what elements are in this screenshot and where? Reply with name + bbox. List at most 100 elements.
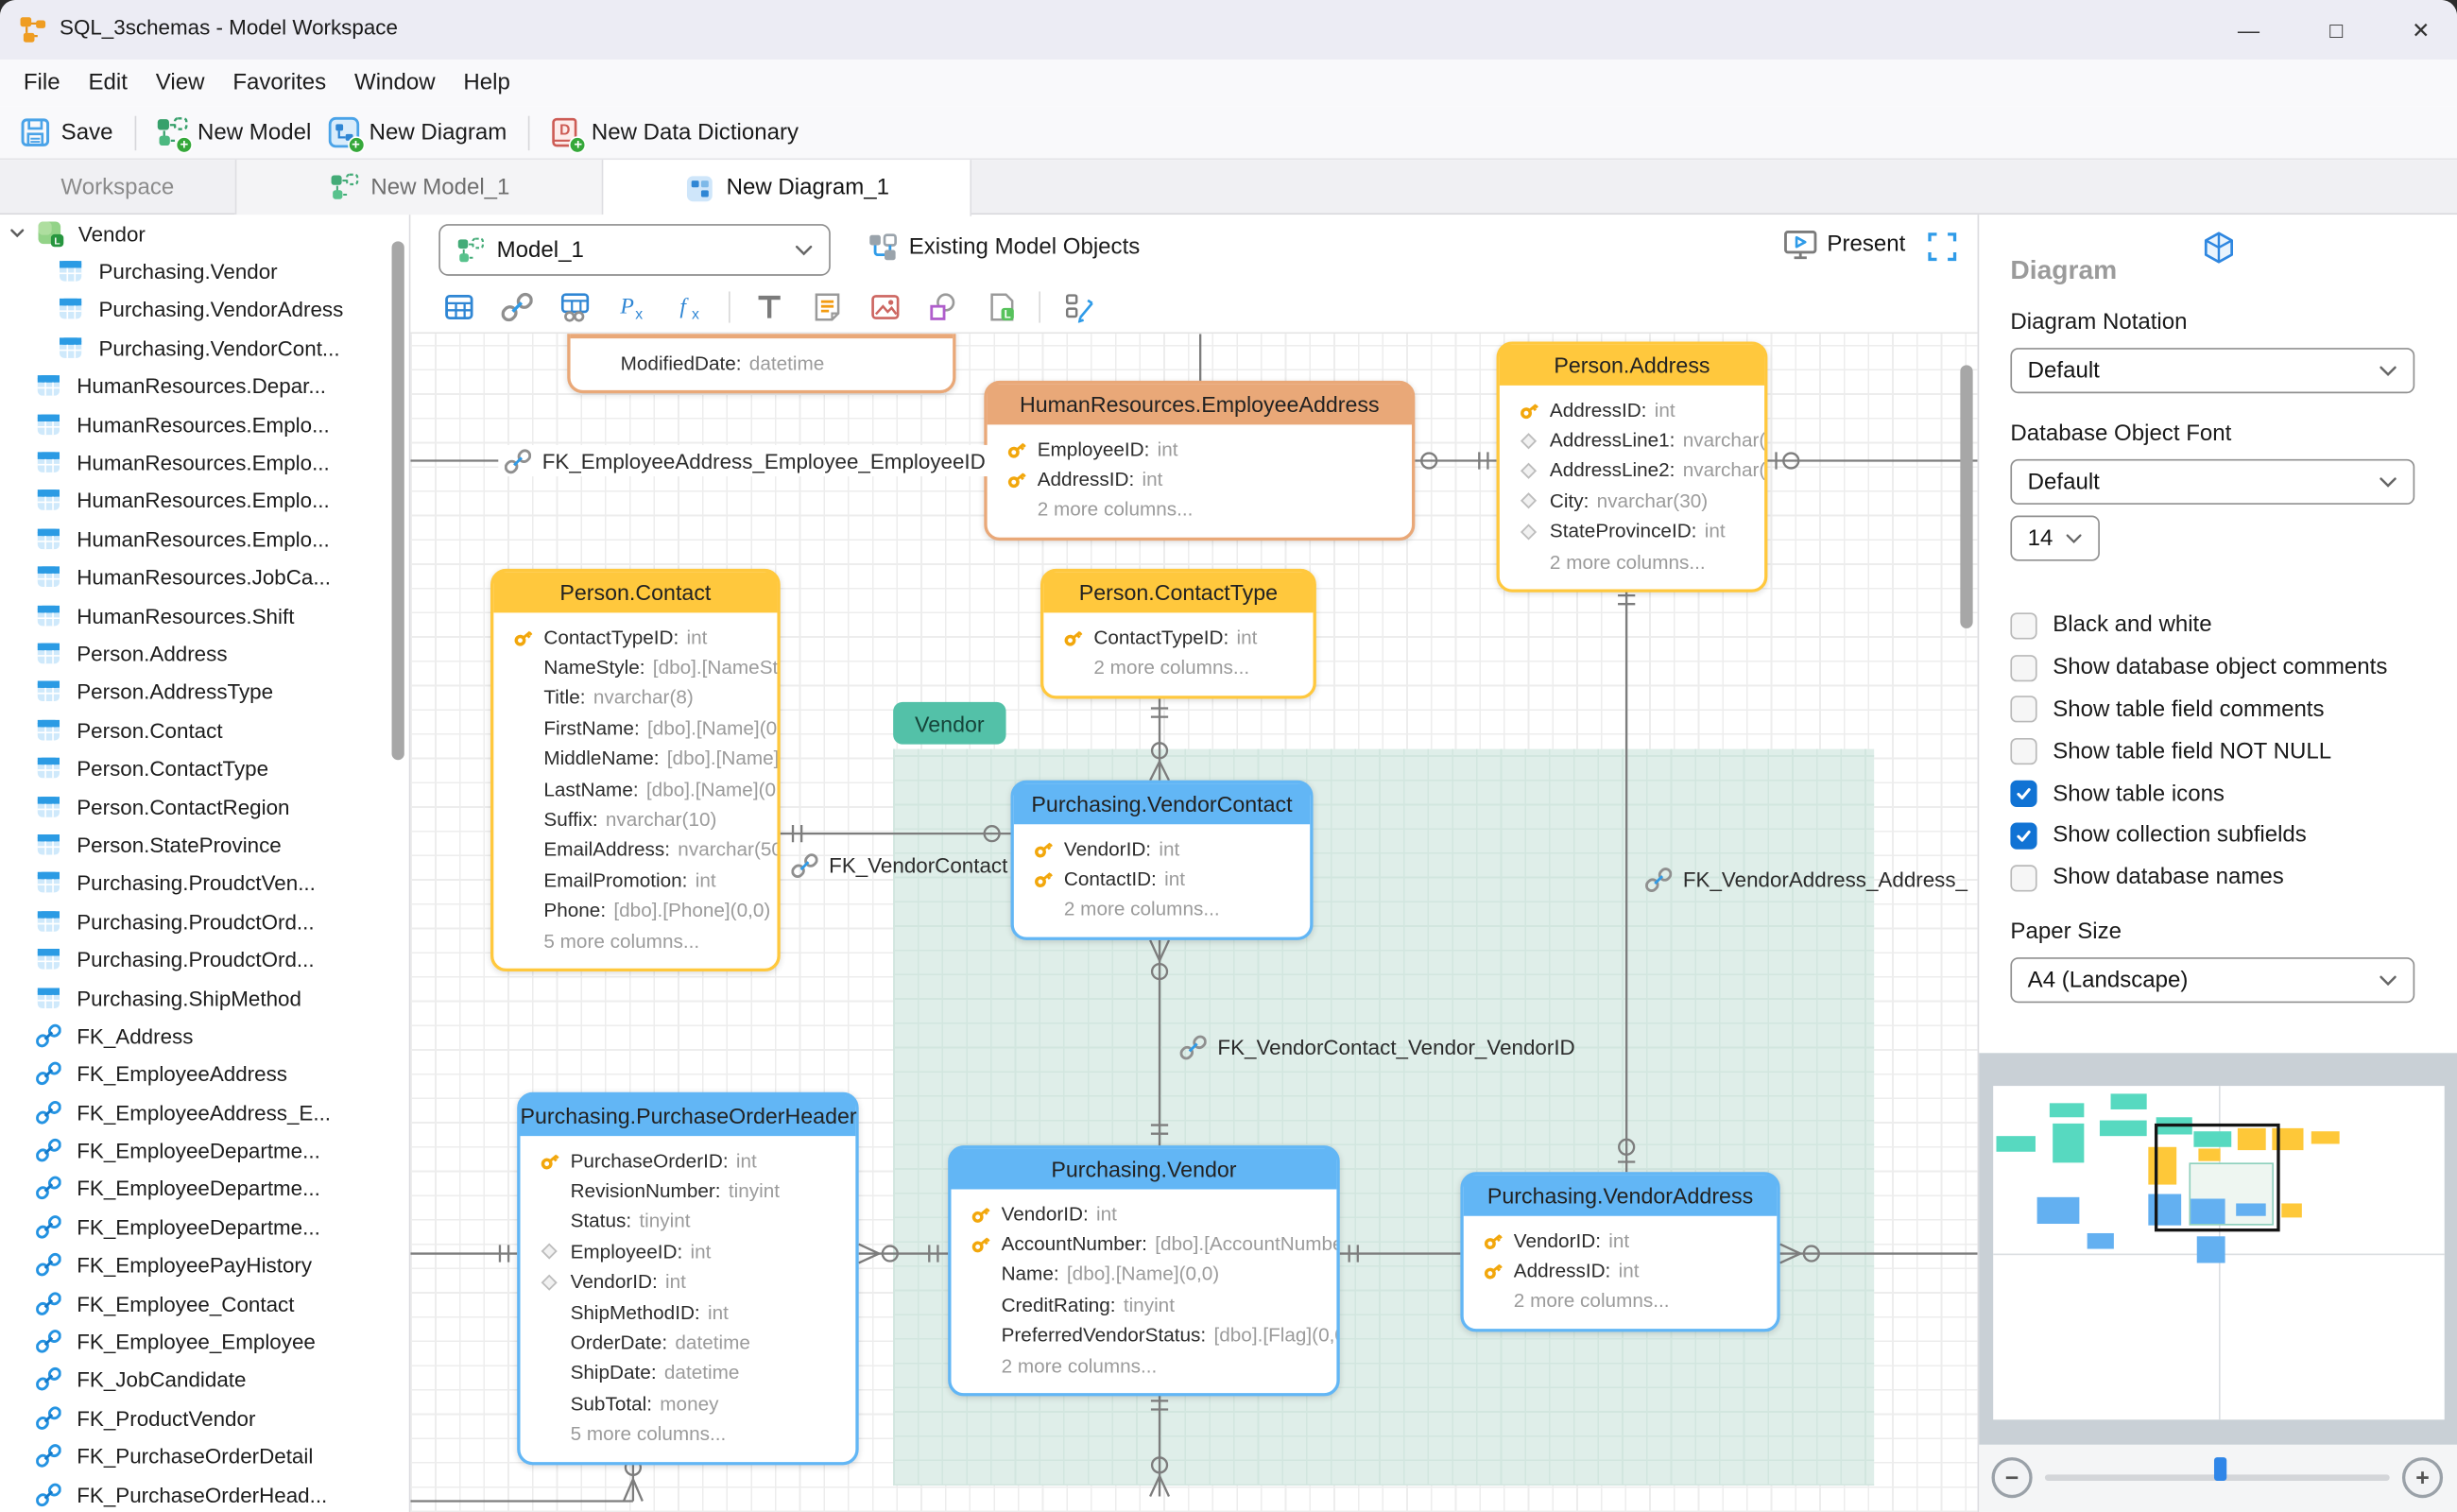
sidebar-item[interactable]: FK_EmployeeDepartme... — [0, 1132, 409, 1170]
sidebar-item[interactable]: FK_Employee_Contact — [0, 1285, 409, 1323]
checkbox-show-database-object-comments[interactable]: Show database object comments — [2010, 646, 2443, 688]
vendor-badge[interactable]: Vendor — [893, 701, 1006, 745]
relationship-label[interactable]: FK_VendorContact_Vendor_VendorID — [1179, 1031, 1575, 1062]
sidebar-item[interactable]: FK_PurchaseOrderHead... — [0, 1476, 409, 1512]
table-field[interactable]: FirstName:[dbo].[Name](0... — [493, 713, 777, 744]
new-data-dictionary-button[interactable]: D + New Data Dictionary — [549, 116, 799, 154]
sidebar-item[interactable]: FK_PurchaseOrderDetail — [0, 1437, 409, 1475]
table-field[interactable]: ContactTypeID: int — [493, 622, 777, 652]
checkbox-box[interactable] — [2010, 612, 2037, 640]
menu-view[interactable]: View — [142, 71, 219, 96]
minimize-button[interactable]: ― — [2222, 7, 2275, 54]
table-field[interactable]: VendorID: int — [521, 1267, 856, 1297]
menu-favorites[interactable]: Favorites — [218, 71, 340, 96]
er-table-title[interactable]: Person.Address — [1499, 344, 1765, 386]
checkbox-box[interactable] — [2010, 738, 2037, 765]
tab-new-diagram-1[interactable]: New Diagram_1 — [603, 160, 972, 216]
table-field[interactable]: PreferredVendorStatus:[dbo].[Flag](0,0) — [952, 1320, 1337, 1350]
relationship-label[interactable]: FK_EmployeeAddress_Employee_EmployeeID — [498, 444, 992, 477]
er-table[interactable]: Purchasing.PurchaseOrderHeader PurchaseOr… — [517, 1091, 859, 1466]
minimap-page[interactable] — [1993, 1086, 2445, 1420]
tab-new-model-1[interactable]: New Model_1 — [234, 160, 604, 215]
table-field[interactable]: City: nvarchar(30) — [1500, 486, 1764, 516]
checkbox-show-table-icons[interactable]: Show table icons — [2010, 773, 2443, 815]
table-field[interactable]: AddressLine2:nvarchar(... — [1500, 455, 1764, 486]
er-table-title[interactable]: Purchasing.Vendor — [951, 1148, 1337, 1190]
table-field[interactable]: VendorID: int — [1014, 833, 1310, 864]
er-table[interactable]: ModifiedDate: datetime — [567, 334, 956, 394]
save-button[interactable]: Save — [19, 116, 112, 149]
table-field[interactable]: Suffix: nvarchar(10) — [493, 804, 777, 834]
sidebar-item[interactable]: Person.ContactRegion — [0, 788, 409, 826]
table-field[interactable]: LastName:[dbo].[Name](0... — [493, 774, 777, 804]
diagram-canvas[interactable]: ModifiedDate: datetime HumanResources.Empl… — [410, 334, 1978, 1512]
sidebar-item[interactable]: FK_EmployeeAddress — [0, 1056, 409, 1093]
er-table-title[interactable]: HumanResources.EmployeeAddress — [987, 384, 1413, 425]
sidebar-scrollbar[interactable] — [391, 241, 404, 761]
sidebar-item[interactable]: FK_EmployeeDepartme... — [0, 1170, 409, 1208]
table-field[interactable]: MiddleName:[dbo].[Name]... — [493, 744, 777, 774]
table-field[interactable]: ShipDate: datetime — [521, 1358, 856, 1388]
checkbox-box[interactable] — [2010, 822, 2037, 850]
maximize-button[interactable]: □ — [2310, 7, 2362, 54]
sidebar-item[interactable]: FK_Address — [0, 1017, 409, 1055]
image-icon[interactable] — [868, 291, 902, 324]
sidebar-item[interactable]: FK_EmployeeDepartme... — [0, 1209, 409, 1246]
more-columns[interactable]: 2 more columns... — [1464, 1286, 1778, 1316]
shape-icon[interactable] — [926, 291, 959, 324]
sidebar-item[interactable]: Purchasing.VendorCont... — [0, 329, 409, 367]
checkbox-black-and-white[interactable]: Black and white — [2010, 605, 2443, 646]
sidebar-item[interactable]: Purchasing.ProudctOrd... — [0, 941, 409, 979]
list-edit-icon[interactable] — [1062, 291, 1095, 324]
table-field[interactable]: StateProvinceID: int — [1500, 516, 1764, 546]
present-button[interactable]: Present — [1783, 229, 1905, 260]
table-field[interactable]: EmployeeID: int — [521, 1237, 856, 1267]
checkbox-box[interactable] — [2010, 864, 2037, 891]
table-field[interactable]: VendorID: int — [1464, 1226, 1778, 1256]
checkbox-show-table-field-not-null[interactable]: Show table field NOT NULL — [2010, 730, 2443, 772]
existing-model-objects-button[interactable]: Existing Model Objects — [867, 232, 1140, 263]
zoom-slider-thumb[interactable] — [2213, 1457, 2227, 1481]
tab-workspace[interactable]: Workspace — [0, 160, 235, 215]
function-icon[interactable]: fx — [674, 291, 707, 324]
checkbox-box[interactable] — [2010, 654, 2037, 681]
checkbox-box[interactable] — [2010, 780, 2037, 808]
menu-window[interactable]: Window — [340, 71, 449, 96]
sidebar-item[interactable]: HumanResources.JobCa... — [0, 558, 409, 596]
er-table-title[interactable]: Person.Contact — [493, 572, 778, 613]
er-table-title[interactable]: Purchasing.VendorContact — [1013, 783, 1311, 825]
sidebar-item[interactable]: Person.Address — [0, 635, 409, 673]
table-field[interactable]: AddressID: int — [1464, 1256, 1778, 1286]
menu-help[interactable]: Help — [450, 71, 524, 96]
paper-size-dropdown[interactable]: A4 (Landscape) — [2010, 957, 2415, 1004]
close-button[interactable]: ✕ — [2395, 7, 2448, 54]
checkbox-show-table-field-comments[interactable]: Show table field comments — [2010, 689, 2443, 730]
canvas-scrollbar[interactable] — [1960, 365, 1973, 628]
er-table[interactable]: Purchasing.Vendor VendorID: int AccountNumb… — [948, 1145, 1340, 1397]
er-table[interactable]: Person.Contact ContactTypeID: int NameStyle… — [490, 568, 781, 972]
chevron-down-icon[interactable] — [8, 222, 26, 241]
table-field[interactable]: Title: nvarchar(8) — [493, 683, 777, 713]
sidebar-item[interactable]: Purchasing.ProudctVen... — [0, 865, 409, 902]
table-field[interactable]: AddressID: int — [1500, 395, 1764, 425]
table-field[interactable]: AccountNumber:[dbo].[AccountNumber]... — [952, 1229, 1336, 1260]
sidebar-item[interactable]: FK_EmployeePayHistory — [0, 1246, 409, 1284]
more-columns[interactable]: 2 more columns... — [952, 1350, 1337, 1381]
table-field[interactable]: ContactID: int — [1014, 864, 1310, 894]
notation-dropdown[interactable]: Default — [2010, 348, 2415, 394]
page-icon[interactable]: L — [984, 291, 1017, 324]
er-table[interactable]: Person.ContactType ContactTypeID: int 2 mor… — [1040, 568, 1316, 699]
model-selector[interactable]: Model_1 — [438, 224, 831, 276]
table-field[interactable]: EmailAddress:nvarchar(50) — [493, 834, 777, 865]
er-table[interactable]: HumanResources.EmployeeAddress EmployeeID… — [984, 380, 1416, 541]
font-size-dropdown[interactable]: 14 — [2010, 515, 2100, 561]
text-icon[interactable] — [752, 291, 785, 324]
sidebar-item[interactable]: Purchasing.ProudctOrd... — [0, 902, 409, 940]
table-field[interactable]: ModifiedDate: datetime — [571, 348, 954, 378]
er-table-title[interactable]: Purchasing.VendorAddress — [1463, 1175, 1778, 1216]
menu-file[interactable]: File — [9, 71, 75, 96]
er-table-title[interactable]: Person.ContactType — [1043, 572, 1314, 613]
table-field[interactable]: AddressLine1:nvarchar(... — [1500, 425, 1764, 455]
sidebar-item[interactable]: Person.AddressType — [0, 673, 409, 711]
table-field[interactable]: Status: tinyint — [521, 1206, 856, 1236]
